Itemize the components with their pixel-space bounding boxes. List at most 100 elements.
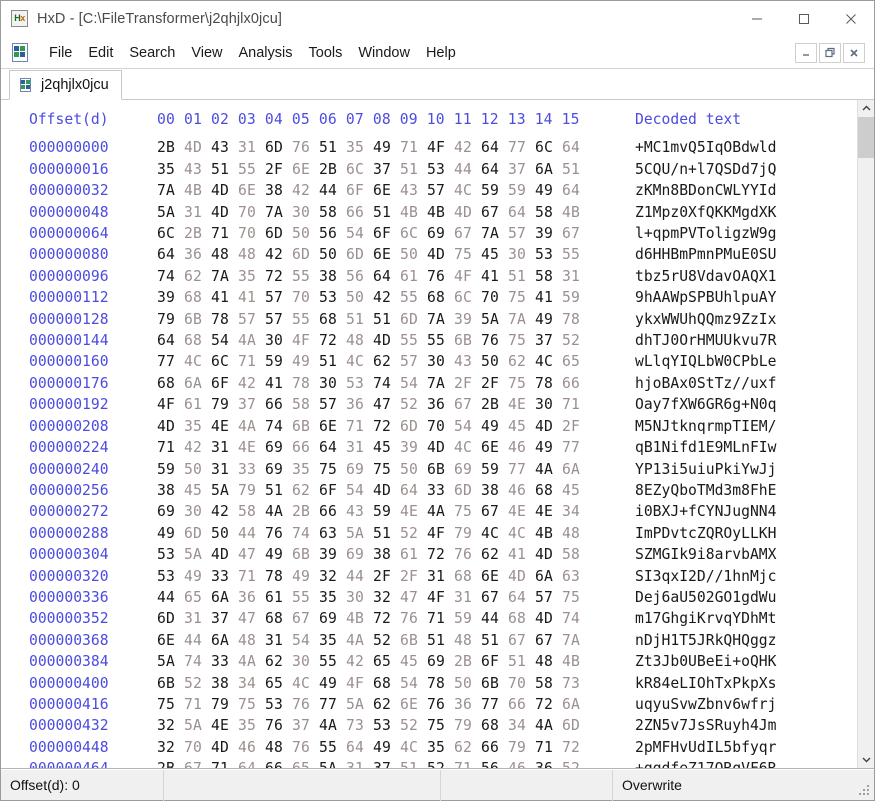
hex-byte[interactable]: 54 xyxy=(346,482,364,499)
hex-byte[interactable]: 39 xyxy=(535,225,553,242)
hex-byte[interactable]: 67 xyxy=(508,632,526,649)
hex-byte[interactable]: 4D xyxy=(427,439,445,456)
hex-byte[interactable]: 36 xyxy=(346,396,364,413)
hex-byte[interactable]: 68 xyxy=(265,610,283,627)
hex-byte[interactable]: 76 xyxy=(400,610,418,627)
hex-byte[interactable]: 67 xyxy=(562,225,580,242)
hex-byte[interactable]: 52 xyxy=(184,675,202,692)
row-decoded-text[interactable]: dhTJ0OrHMUUkvu7R xyxy=(635,330,776,351)
hex-byte[interactable]: 68 xyxy=(319,311,337,328)
row-bytes[interactable]: 64 68 54 4A 30 4F 72 48 4D 55 55 6B 76 7… xyxy=(157,330,635,351)
hex-byte[interactable]: 73 xyxy=(562,675,580,692)
hex-byte[interactable]: 71 xyxy=(535,739,553,756)
hex-byte[interactable]: 42 xyxy=(184,439,202,456)
hex-byte[interactable]: 49 xyxy=(292,568,310,585)
hex-byte[interactable]: 37 xyxy=(211,610,229,627)
hex-byte[interactable]: 6C xyxy=(157,225,175,242)
hex-byte[interactable]: 50 xyxy=(184,461,202,478)
hex-byte[interactable]: 4E xyxy=(535,503,553,520)
hex-byte[interactable]: 72 xyxy=(373,610,391,627)
hex-byte[interactable]: 50 xyxy=(400,461,418,478)
hex-byte[interactable]: 77 xyxy=(157,353,175,370)
hex-byte[interactable]: 33 xyxy=(211,653,229,670)
hex-byte[interactable]: 4D xyxy=(373,332,391,349)
row-bytes[interactable]: 69 30 42 58 4A 2B 66 43 59 4E 4A 75 67 4… xyxy=(157,501,635,522)
hex-byte[interactable]: 41 xyxy=(238,289,256,306)
hex-byte[interactable]: 62 xyxy=(454,739,472,756)
hex-byte[interactable]: 4D xyxy=(427,246,445,263)
row-decoded-text[interactable]: Z1Mpz0XfQKKMgdXK xyxy=(635,202,776,223)
hex-byte[interactable]: 71 xyxy=(157,439,175,456)
row-bytes[interactable]: 38 45 5A 79 51 62 6F 54 4D 64 33 6D 38 4… xyxy=(157,480,635,501)
hex-byte[interactable]: 54 xyxy=(400,675,418,692)
hex-byte[interactable]: 78 xyxy=(535,375,553,392)
row-bytes[interactable]: 5A 31 4D 70 7A 30 58 66 51 4B 4B 4D 67 6… xyxy=(157,202,635,223)
hex-byte[interactable]: 41 xyxy=(265,375,283,392)
hex-byte[interactable]: 45 xyxy=(562,482,580,499)
hex-byte[interactable]: 67 xyxy=(454,396,472,413)
hex-byte[interactable]: 4A xyxy=(238,418,256,435)
hex-byte[interactable]: 36 xyxy=(454,696,472,713)
hex-byte[interactable]: 41 xyxy=(481,268,499,285)
hex-byte[interactable]: 31 xyxy=(211,461,229,478)
hex-byte[interactable]: 49 xyxy=(157,525,175,542)
hex-byte[interactable]: 4C xyxy=(400,739,418,756)
hex-byte[interactable]: 6D xyxy=(265,225,283,242)
hex-byte[interactable]: 68 xyxy=(481,717,499,734)
hex-byte[interactable]: 38 xyxy=(319,268,337,285)
row-bytes[interactable]: 39 68 41 41 57 70 53 50 42 55 68 6C 70 7… xyxy=(157,287,635,308)
hex-byte[interactable]: 30 xyxy=(346,589,364,606)
hex-byte[interactable]: 6D xyxy=(400,311,418,328)
row-bytes[interactable]: 6E 44 6A 48 31 54 35 4A 52 6B 51 48 51 6… xyxy=(157,630,635,651)
hex-byte[interactable]: 2F xyxy=(400,568,418,585)
hex-byte[interactable]: 4B xyxy=(184,182,202,199)
hex-byte[interactable]: 55 xyxy=(238,161,256,178)
hex-byte[interactable]: 47 xyxy=(400,589,418,606)
hex-byte[interactable]: 39 xyxy=(454,311,472,328)
hex-byte[interactable]: 6D xyxy=(562,717,580,734)
hex-byte[interactable]: 30 xyxy=(265,332,283,349)
hex-byte[interactable]: 45 xyxy=(508,418,526,435)
hex-byte[interactable]: 41 xyxy=(211,289,229,306)
hex-byte[interactable]: 56 xyxy=(346,268,364,285)
row-bytes[interactable]: 74 62 7A 35 72 55 38 56 64 61 76 4F 41 5… xyxy=(157,266,635,287)
hex-byte[interactable]: 74 xyxy=(184,653,202,670)
hex-byte[interactable]: 44 xyxy=(454,161,472,178)
hex-row[interactable]: 000000064 6C 2B 71 70 6D 50 56 54 6F 6C 6… xyxy=(1,223,857,244)
hex-byte[interactable]: 78 xyxy=(427,675,445,692)
hex-byte[interactable]: 44 xyxy=(184,632,202,649)
hex-byte[interactable]: 49 xyxy=(184,568,202,585)
hex-byte[interactable]: 4D xyxy=(508,568,526,585)
hex-byte[interactable]: 35 xyxy=(319,589,337,606)
row-bytes[interactable]: 7A 4B 4D 6E 38 42 44 6F 6E 43 57 4C 59 5… xyxy=(157,180,635,201)
hex-byte[interactable]: 5A xyxy=(319,760,337,768)
hex-byte[interactable]: 64 xyxy=(238,760,256,768)
hex-byte[interactable]: 4F xyxy=(454,268,472,285)
hex-row[interactable]: 000000432 32 5A 4E 35 76 37 4A 73 53 52 7… xyxy=(1,715,857,736)
menu-item-window[interactable]: Window xyxy=(350,42,418,64)
hex-byte[interactable]: 4B xyxy=(427,204,445,221)
hex-byte[interactable]: 38 xyxy=(481,482,499,499)
hex-row[interactable]: 000000016 35 43 51 55 2F 6E 2B 6C 37 51 5… xyxy=(1,159,857,180)
hex-byte[interactable]: 7A xyxy=(157,182,175,199)
hex-byte[interactable]: 4E xyxy=(238,439,256,456)
row-bytes[interactable]: 5A 74 33 4A 62 30 55 42 65 45 69 2B 6F 5… xyxy=(157,651,635,672)
hex-byte[interactable]: 49 xyxy=(481,418,499,435)
hex-byte[interactable]: 54 xyxy=(454,418,472,435)
hex-byte[interactable]: 6E xyxy=(319,418,337,435)
hex-byte[interactable]: 6A xyxy=(535,568,553,585)
hex-byte[interactable]: 4C xyxy=(454,439,472,456)
row-decoded-text[interactable]: +MC1mvQ5IqOBdwld xyxy=(635,137,776,158)
row-bytes[interactable]: 6D 31 37 47 68 67 69 4B 72 76 71 59 44 6… xyxy=(157,608,635,629)
hex-byte[interactable]: 4C xyxy=(508,525,526,542)
hex-byte[interactable]: 38 xyxy=(373,546,391,563)
hex-byte[interactable]: 42 xyxy=(346,653,364,670)
hex-byte[interactable]: 55 xyxy=(292,589,310,606)
hex-byte[interactable]: 50 xyxy=(346,289,364,306)
hex-byte[interactable]: 6D xyxy=(157,610,175,627)
hex-byte[interactable]: 70 xyxy=(292,289,310,306)
hex-byte[interactable]: 68 xyxy=(157,375,175,392)
hex-byte[interactable]: 57 xyxy=(265,289,283,306)
tab-j2qhjlx0jcu[interactable]: j2qhjlx0jcu xyxy=(9,70,122,100)
hex-byte[interactable]: 30 xyxy=(319,375,337,392)
